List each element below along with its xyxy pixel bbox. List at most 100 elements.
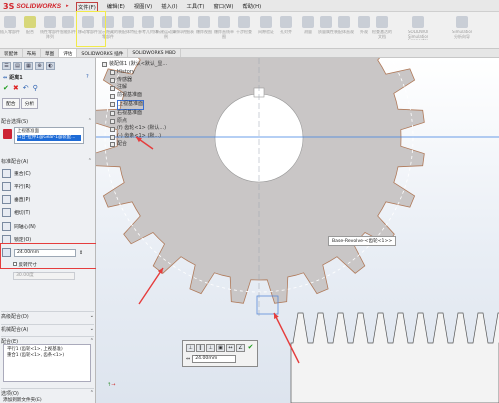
ribbon-button-9[interactable]: 材料明细表	[174, 16, 194, 40]
coincident-icon[interactable]: ⊥	[186, 344, 195, 352]
tab-addins[interactable]: SOLIDWORKS 插件	[77, 49, 129, 57]
tree-item[interactable]: 前视基准面	[102, 92, 167, 100]
ribbon-button-21[interactable]: SimulationXpress 分析向导	[452, 16, 472, 40]
distance-icon[interactable]: ↔	[226, 344, 235, 352]
menu-edit[interactable]: 编辑(E)	[107, 2, 125, 12]
pushpin-icon[interactable]: ⚲	[33, 84, 38, 92]
tree-item[interactable]: (-) 齿条<1> (默...)	[102, 133, 167, 141]
ribbon-button-20[interactable]: SOLIDWORKS Simulation Connector	[408, 16, 428, 40]
ribbon-button-14[interactable]: 孔对齐	[276, 16, 296, 40]
list-item[interactable]: 重合1 (齿轮<1>, 齿条<1>)	[7, 353, 87, 359]
tree-item[interactable]: 传感器	[102, 77, 167, 85]
annotation-icon	[110, 85, 115, 91]
undo-icon[interactable]: ↶	[23, 84, 29, 92]
menu-window[interactable]: 窗口(W)	[213, 2, 233, 12]
display-tab-icon[interactable]: ◐	[46, 62, 55, 70]
ribbon-button-0[interactable]: 插入零部件	[0, 16, 20, 40]
tree-item[interactable]: 右视基准面	[102, 110, 167, 118]
menu-view[interactable]: 视图(V)	[134, 2, 152, 12]
check-document-icon	[376, 16, 388, 28]
tree-item[interactable]: 配合	[102, 141, 167, 149]
ribbon-button-6[interactable]: 装配体特征	[118, 16, 138, 40]
options-header[interactable]: 选项(O) ⌃	[1, 388, 94, 397]
ribbon-button-7[interactable]: 参考几何体	[138, 16, 158, 40]
tree-root[interactable]: 装配体1 (默认<默认_显...	[102, 61, 167, 69]
tree-item[interactable]: (f) 齿轮<1> (默认...)	[102, 125, 167, 133]
expand-icon: ⌄	[89, 326, 94, 332]
clearance-icon	[260, 16, 272, 28]
tab-mates[interactable]: 配合	[2, 98, 20, 109]
mate-tangent[interactable]: 相切(T)	[2, 207, 92, 217]
explode-view-icon	[198, 16, 210, 28]
menu-arrow-icon[interactable]: ▸	[66, 3, 69, 9]
ok-icon[interactable]: ✔	[3, 84, 9, 92]
menu-insert[interactable]: 插入(I)	[161, 2, 177, 12]
angle-input[interactable]: 30.00度	[13, 272, 75, 280]
tab-mbd[interactable]: SOLIDWORKS MBD	[128, 49, 181, 57]
accept-icon[interactable]: ✔	[246, 344, 255, 352]
distance-icon[interactable]	[2, 248, 11, 257]
tab-analysis[interactable]: 分析	[20, 98, 39, 109]
mate-selections-list[interactable]: 上视基准面 凸台-拉伸1@Gear-1@装配...	[14, 127, 84, 144]
ribbon-button-18[interactable]: 外观	[354, 16, 374, 40]
ribbon-button-13[interactable]: 间隙验证	[256, 16, 276, 40]
ribbon-button-label: 测量	[304, 30, 312, 34]
advanced-mates-header[interactable]: 高级配合(D) ⌄	[1, 311, 94, 320]
mate-concentric[interactable]: 同轴心(N)	[2, 221, 92, 231]
mates-header[interactable]: 配合(E) ⌃	[1, 336, 94, 345]
lock-icon[interactable]: ▣	[216, 344, 225, 352]
property-tab-icon[interactable]: ▤	[13, 62, 22, 70]
distance-input[interactable]: 24.00mm	[14, 248, 76, 257]
ribbon-button-label: 质量属性	[318, 30, 334, 34]
tab-evaluate[interactable]: 评估	[59, 49, 78, 57]
popup-distance-input[interactable]: 24.00mm	[192, 355, 237, 363]
mate-perpendicular[interactable]: 垂直(P)	[2, 194, 92, 204]
plane-icon	[110, 93, 115, 99]
ribbon-button-label: SimulationXpress 分析向导	[452, 30, 472, 39]
ribbon-button-label: 配合	[26, 30, 34, 34]
tab-assembly[interactable]: 装配体	[0, 49, 23, 57]
tab-sketch[interactable]: 草图	[41, 49, 60, 57]
menu-help[interactable]: 帮助(H)	[242, 2, 261, 12]
ribbon-button-17[interactable]: 装配体直观	[334, 16, 354, 40]
perpendicular-icon[interactable]: ⊥	[206, 344, 215, 352]
flip-dimension[interactable]: 反转尺寸	[13, 262, 37, 268]
ribbon-button-11[interactable]: 爆炸直线草图	[214, 16, 234, 40]
ribbon-button-1[interactable]: 配合	[20, 16, 40, 40]
ribbon-button-10[interactable]: 爆炸视图	[194, 16, 214, 40]
feature-tree-tab-icon[interactable]: ☰	[2, 62, 11, 70]
tab-layout[interactable]: 布局	[23, 49, 41, 57]
assembly-feature-icon	[122, 16, 134, 28]
selection-item[interactable]: 凸台-拉伸1@Gear-1@装配...	[17, 135, 81, 141]
ribbon-button-12[interactable]: 干涉检查	[234, 16, 254, 40]
mechanical-mates-header[interactable]: 机械配合(A) ⌄	[1, 324, 94, 333]
mates-list[interactable]: 平行1 (齿轮<1>, 上视基准) 重合1 (齿轮<1>, 齿条<1>)	[3, 344, 91, 382]
ribbon-button-19[interactable]: 检查激活的文档	[372, 16, 392, 40]
solidworks-logo[interactable]: 3S SOLIDWORKS ▸	[3, 1, 69, 11]
ribbon-button-3[interactable]: 智能扣件	[58, 16, 78, 40]
config-tab-icon[interactable]: ▦	[24, 62, 33, 70]
dimxpert-tab-icon[interactable]: ⊕	[35, 62, 44, 70]
mate-selections-header[interactable]: 配合选择(S) ⌃	[1, 118, 94, 125]
tree-item[interactable]: History	[102, 69, 167, 77]
flip-checkbox[interactable]	[13, 262, 17, 266]
mate-coincident[interactable]: 重合(C)	[2, 168, 92, 178]
mate-icon	[24, 16, 36, 28]
standard-mates-header[interactable]: 标准配合(A) ⌃	[1, 158, 94, 165]
ribbon-button-16[interactable]: 质量属性	[316, 16, 336, 40]
ribbon-button-8[interactable]: 新建运动算例	[156, 16, 176, 40]
rack-body[interactable]	[290, 312, 499, 403]
parallel-icon[interactable]: ∥	[196, 344, 205, 352]
tree-item-selected[interactable]: 上视基准面	[102, 99, 167, 110]
spinner-icon[interactable]: ⇕	[79, 250, 83, 256]
ribbon-button-2[interactable]: 线性零部件阵列	[40, 16, 60, 40]
cancel-icon[interactable]: ✖	[13, 84, 19, 92]
mate-parallel[interactable]: 平行(R)	[2, 181, 92, 191]
ribbon-button-15[interactable]: 测量	[298, 16, 318, 40]
hole-align-icon	[280, 16, 292, 28]
menu-tools[interactable]: 工具(T)	[187, 2, 205, 12]
add-to-folder-option[interactable]: 添加到新文件夹(E)	[3, 397, 42, 403]
angle-icon[interactable]: ∠	[236, 344, 245, 352]
help-icon[interactable]: ?	[86, 74, 89, 80]
rack[interactable]	[290, 312, 499, 403]
